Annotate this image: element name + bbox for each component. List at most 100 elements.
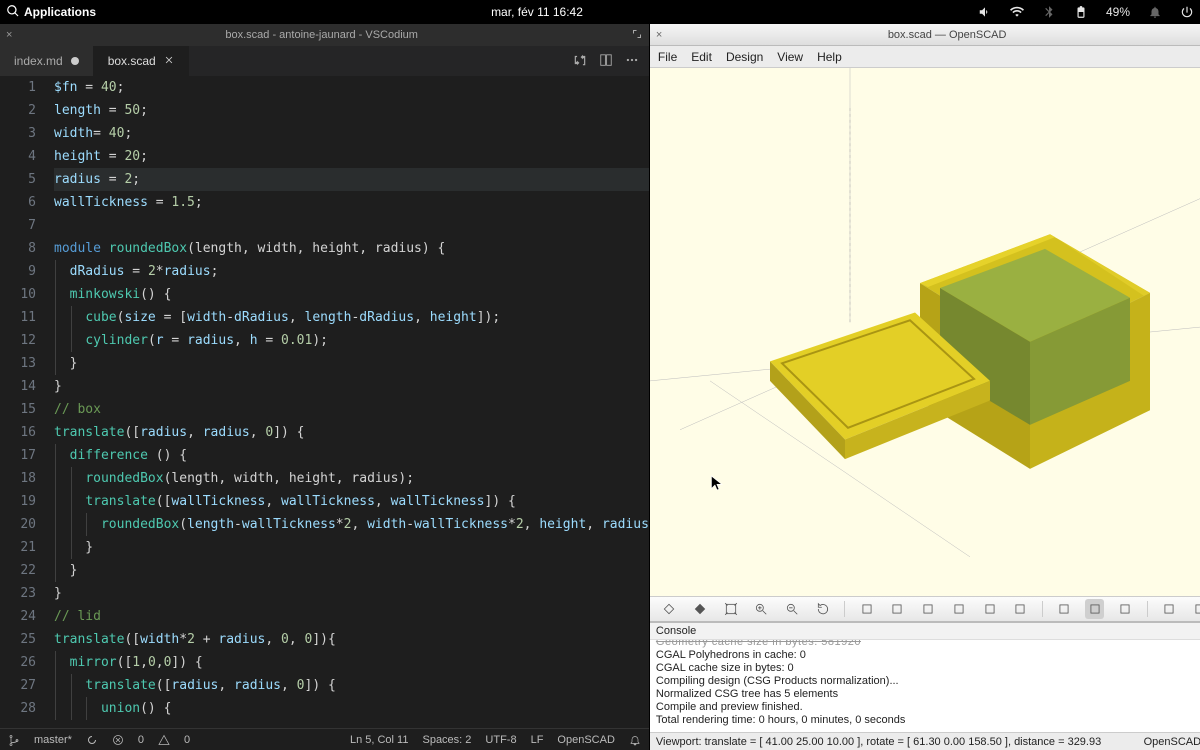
menu-edit[interactable]: Edit [691, 50, 712, 64]
console-output[interactable]: Geometry cache size in bytes: 581920CGAL… [650, 640, 1200, 732]
warning-icon[interactable] [158, 733, 170, 745]
menu-design[interactable]: Design [726, 50, 763, 64]
status-language[interactable]: OpenSCAD [557, 734, 614, 746]
zoom-out-icon[interactable] [783, 599, 802, 619]
git-branch-icon[interactable] [8, 733, 20, 745]
top-icon[interactable] [919, 599, 938, 619]
menu-file[interactable]: File [658, 50, 677, 64]
render-icon[interactable] [691, 599, 710, 619]
left-icon[interactable] [857, 599, 876, 619]
code-line[interactable]: // box [54, 398, 649, 421]
preview-icon[interactable] [660, 599, 679, 619]
notifications-off-icon[interactable] [1148, 5, 1162, 20]
code-line[interactable]: minkowski() { [54, 283, 649, 306]
code-line[interactable]: union() { [54, 697, 649, 720]
zoom-in-icon[interactable] [752, 599, 771, 619]
code-line[interactable]: wallTickness = 1.5; [54, 191, 649, 214]
volume-icon[interactable] [978, 5, 992, 20]
menu-view[interactable]: View [777, 50, 803, 64]
code-editor[interactable]: 1234567891011121314151617181920212223242… [0, 76, 649, 728]
code-line[interactable]: $fn = 40; [54, 76, 649, 99]
code-line[interactable]: } [54, 352, 649, 375]
code-line[interactable]: difference () { [54, 444, 649, 467]
status-errors[interactable]: 0 [138, 734, 144, 746]
ortho-icon[interactable] [1116, 599, 1135, 619]
status-branch[interactable]: master* [34, 734, 72, 746]
editor-tab[interactable]: index.md [0, 46, 94, 76]
code-line[interactable]: } [54, 559, 649, 582]
editor-tabstrip: index.mdbox.scad [0, 46, 649, 76]
right-icon[interactable] [888, 599, 907, 619]
code-line[interactable]: radius = 2; [54, 168, 649, 191]
console-line: Normalized CSG tree has 5 elements [656, 688, 1200, 701]
bluetooth-off-icon[interactable] [1042, 5, 1056, 20]
console-line: CGAL Polyhedrons in cache: 0 [656, 649, 1200, 662]
back-icon[interactable] [1011, 599, 1030, 619]
bottom-icon[interactable] [949, 599, 968, 619]
system-tray: 49% [978, 5, 1194, 20]
power-icon[interactable] [1180, 5, 1194, 20]
code-line[interactable]: dRadius = 2*radius; [54, 260, 649, 283]
code-line[interactable]: translate([width*2 + radius, 0, 0]){ [54, 628, 649, 651]
console-line: CGAL cache size in bytes: 0 [656, 662, 1200, 675]
code-line[interactable] [54, 214, 649, 237]
openscad-viewport[interactable]: z y x [650, 68, 1200, 596]
close-tab-icon[interactable] [164, 54, 174, 68]
code-line[interactable]: translate([wallTickness, wallTickness, w… [54, 490, 649, 513]
code-line[interactable]: cube(size = [width-dRadius, length-dRadi… [54, 306, 649, 329]
split-editor-icon[interactable] [599, 53, 613, 70]
view-all-icon[interactable] [721, 599, 740, 619]
vscodium-window: × box.scad - antoine-jaunard - VSCodium … [0, 24, 650, 750]
perspective-icon[interactable] [1085, 599, 1104, 619]
openscad-window: × box.scad — OpenSCAD File Edit Design View… [650, 24, 1200, 750]
status-indent[interactable]: Spaces: 2 [422, 734, 471, 746]
battery-icon[interactable] [1074, 5, 1088, 20]
applications-menu[interactable]: Applications [24, 5, 96, 19]
code-line[interactable]: height = 20; [54, 145, 649, 168]
code-line[interactable]: // lid [54, 605, 649, 628]
status-eol[interactable]: LF [531, 734, 544, 746]
status-warnings[interactable]: 0 [184, 734, 190, 746]
search-icon[interactable] [6, 4, 20, 21]
code-line[interactable]: length = 50; [54, 99, 649, 122]
edges-icon[interactable] [1190, 599, 1200, 619]
code-line[interactable]: } [54, 375, 649, 398]
status-encoding[interactable]: UTF-8 [485, 734, 516, 746]
axes-icon[interactable] [1160, 599, 1179, 619]
code-line[interactable]: mirror([1,0,0]) { [54, 651, 649, 674]
console-line: Compile and preview finished. [656, 701, 1200, 714]
editor-tab[interactable]: box.scad [94, 46, 189, 76]
error-icon[interactable] [112, 733, 124, 745]
code-line[interactable]: cylinder(r = radius, h = 0.01); [54, 329, 649, 352]
code-line[interactable]: translate([radius, radius, 0]) { [54, 421, 649, 444]
more-icon[interactable] [625, 53, 639, 70]
window-title: box.scad — OpenSCAD [670, 29, 1200, 41]
close-icon[interactable]: × [6, 29, 12, 41]
code-line[interactable]: translate([radius, radius, 0]) { [54, 674, 649, 697]
code-line[interactable]: width= 40; [54, 122, 649, 145]
compare-icon[interactable] [573, 53, 587, 70]
status-cursor[interactable]: Ln 5, Col 11 [350, 734, 409, 746]
code-line[interactable]: } [54, 536, 649, 559]
menu-help[interactable]: Help [817, 50, 842, 64]
code-line[interactable]: } [54, 582, 649, 605]
openscad-version: OpenSCAD 2015.03 [1144, 736, 1200, 748]
code-area[interactable]: $fn = 40;length = 50;width= 40;height = … [52, 76, 649, 728]
code-line[interactable]: roundedBox(length, width, height, radius… [54, 467, 649, 490]
console-panel: Console × Geometry cache size in bytes: … [650, 622, 1200, 732]
vscodium-statusbar: master* 0 0 Ln 5, Col 11 Spaces: 2 UTF-8… [0, 728, 649, 750]
wifi-icon[interactable] [1010, 5, 1024, 20]
reset-view-icon[interactable] [814, 599, 833, 619]
maximize-icon[interactable] [623, 28, 643, 43]
sync-icon[interactable] [86, 733, 98, 745]
clock[interactable]: mar, fév 11 16:42 [96, 5, 978, 19]
code-line[interactable]: module roundedBox(length, width, height,… [54, 237, 649, 260]
tab-tools [573, 46, 649, 76]
close-icon[interactable]: × [656, 29, 662, 41]
code-line[interactable]: roundedBox(length-wallTickness*2, width-… [54, 513, 649, 536]
front-icon[interactable] [980, 599, 999, 619]
diag-icon[interactable] [1055, 599, 1074, 619]
openscad-toolbar [650, 596, 1200, 622]
battery-percent: 49% [1106, 5, 1130, 19]
feedback-icon[interactable] [629, 733, 641, 745]
